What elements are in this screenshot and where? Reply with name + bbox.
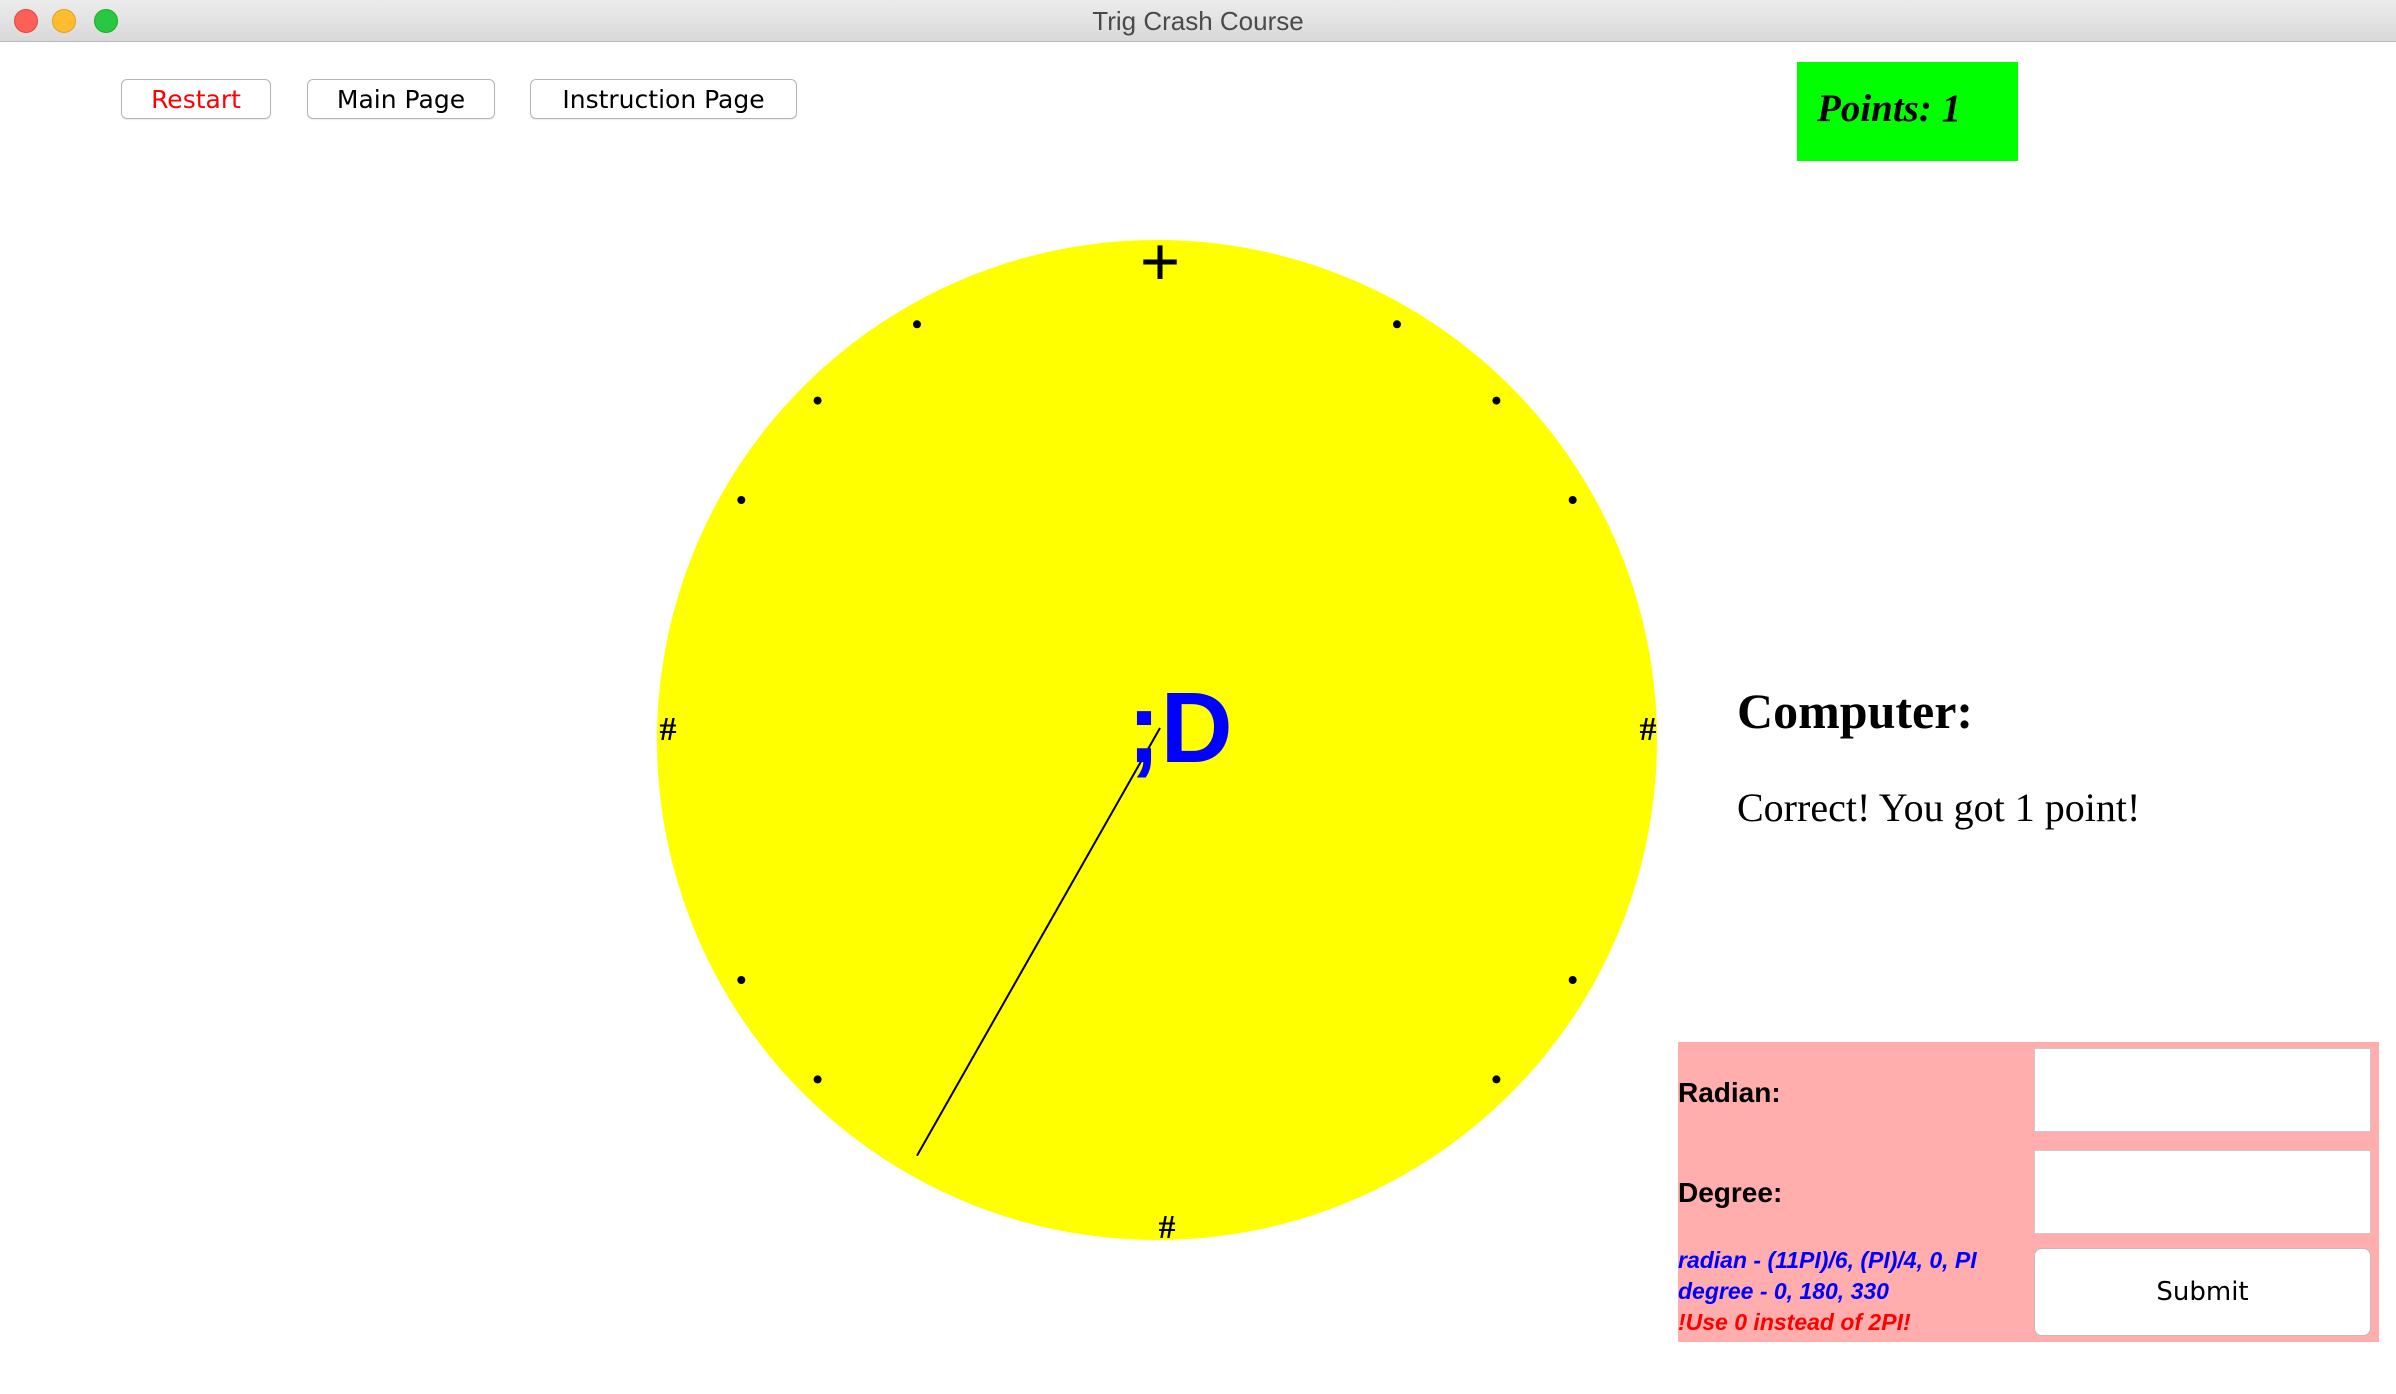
warning-hint: !Use 0 instead of 2PI! [1678,1309,1911,1335]
left-mark: # [659,711,677,748]
computer-label: Computer: [1737,683,1974,739]
main-page-button[interactable]: Main Page [307,79,495,119]
computer-message: Correct! You got 1 point! [1737,785,2141,830]
instruction-page-button[interactable]: Instruction Page [530,79,797,119]
right-mark: # [1639,711,1657,748]
title-bar: Trig Crash Course [0,0,2396,42]
degree-hint: degree - 0, 180, 330 [1678,1278,1889,1304]
points-display: Points: 1 [1797,62,2018,161]
wink-face-text: ;D [1127,672,1233,784]
angle-dot [1492,396,1501,405]
top-mark: + [1139,222,1181,302]
bottom-mark: # [1158,1209,1176,1246]
angle-dot [737,976,746,984]
angle-dot [1568,976,1577,984]
angle-dot [813,1075,822,1084]
restart-button[interactable]: Restart [121,79,271,119]
answer-panel: Radian: Degree: radian - (11PI)/6, (PI)/… [1678,1042,2379,1342]
angle-dot [913,320,921,329]
degree-label: Degree: [1678,1177,1783,1208]
angle-dot [813,396,822,405]
angle-dot [737,496,746,504]
angle-dot [1492,1075,1501,1084]
radian-input[interactable] [2034,1048,2371,1132]
radian-label: Radian: [1678,1077,1781,1108]
window-title: Trig Crash Course [1092,6,1304,36]
angle-dot [1568,496,1577,504]
submit-button[interactable]: Submit [2034,1248,2371,1336]
radian-hint: radian - (11PI)/6, (PI)/4, 0, PI [1678,1247,1977,1273]
angle-dot [1393,320,1401,329]
degree-input[interactable] [2034,1150,2371,1234]
